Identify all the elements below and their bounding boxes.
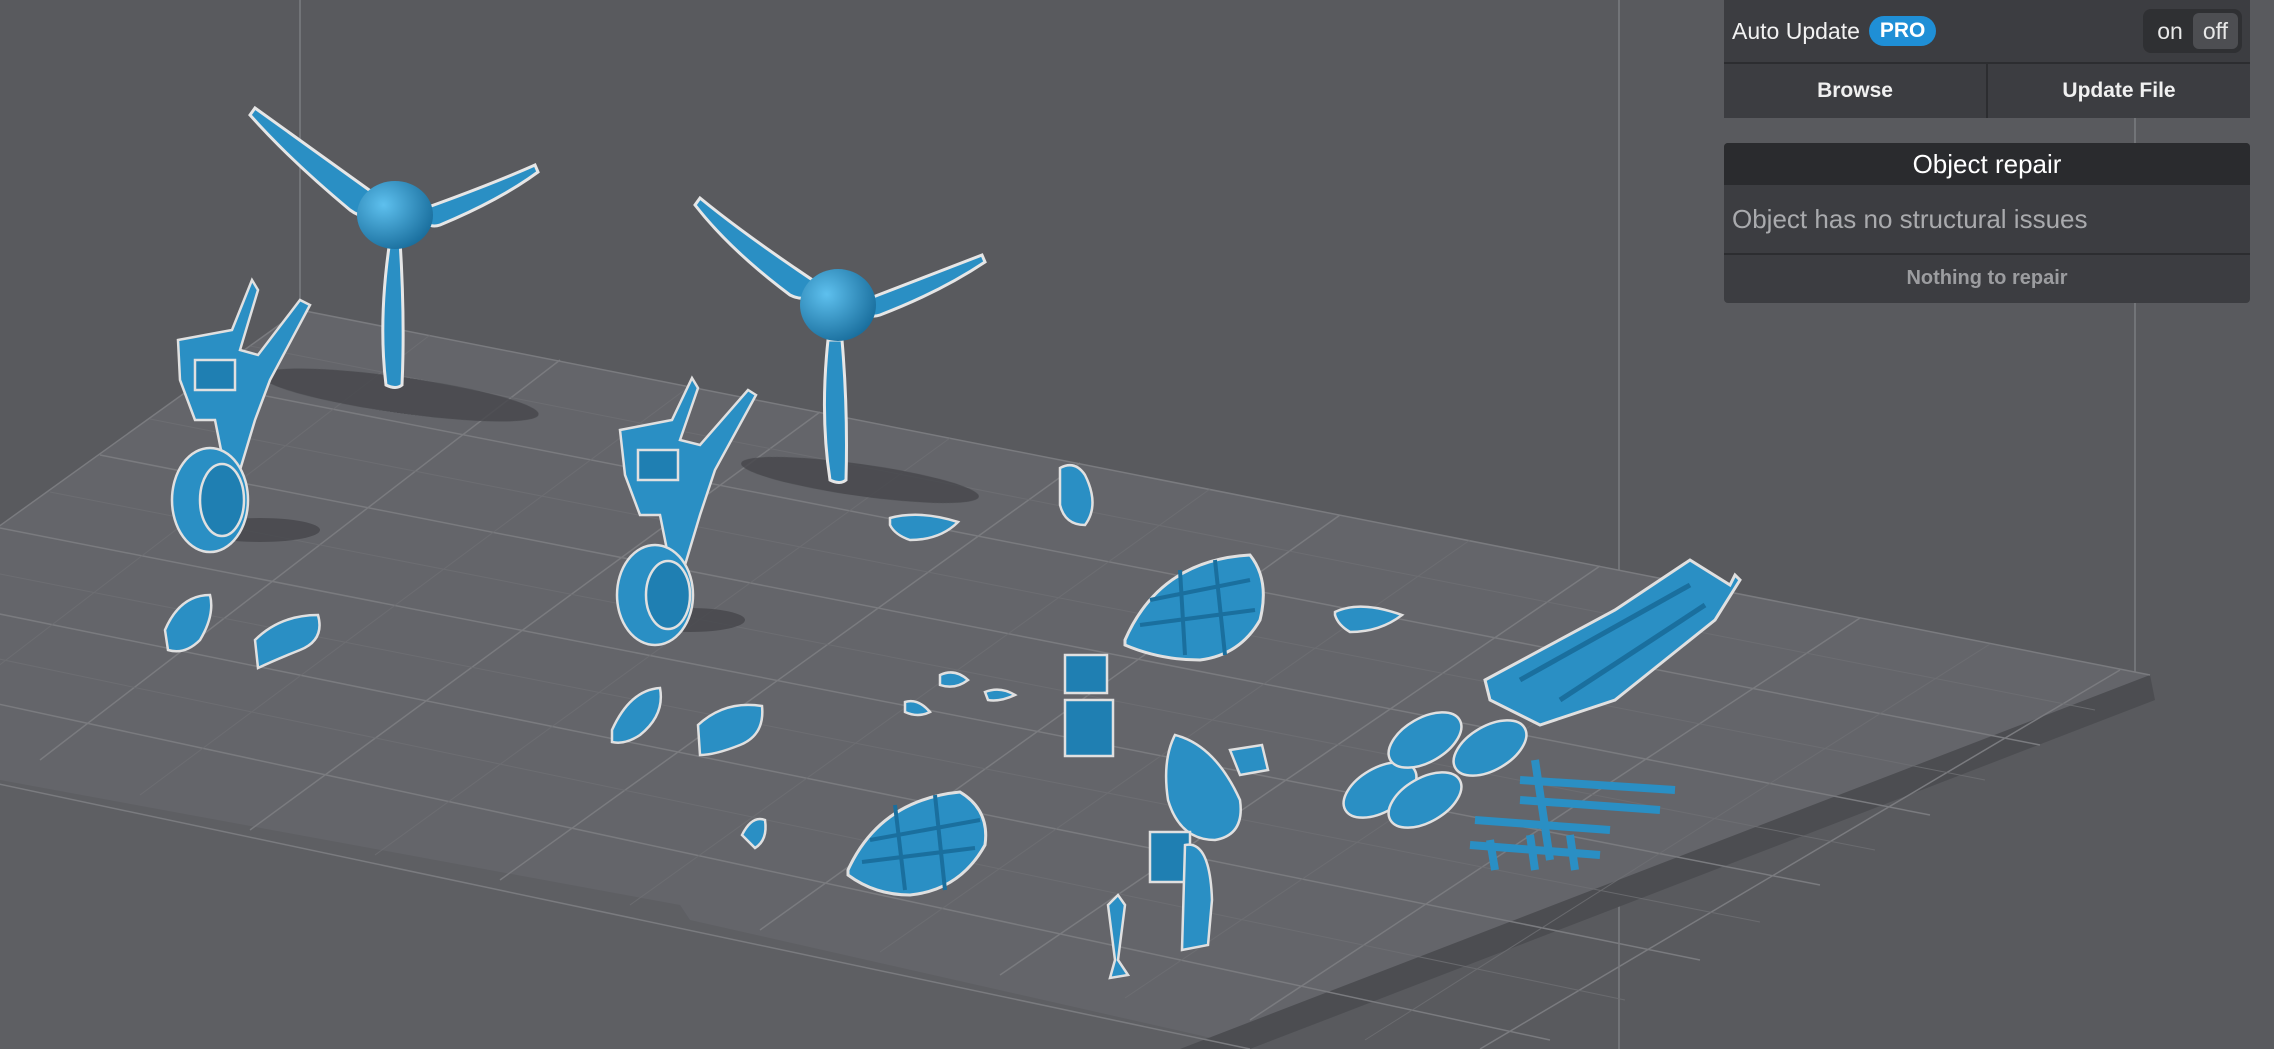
auto-update-bar: Auto Update PRO on off — [1724, 0, 2250, 64]
file-actions-bar: Browse Update File — [1724, 64, 2250, 118]
object-repair-title: Object repair — [1724, 143, 2250, 185]
nothing-to-repair-button: Nothing to repair — [1906, 266, 2068, 289]
pro-badge: PRO — [1868, 16, 1937, 46]
browse-button[interactable]: Browse — [1724, 64, 1986, 118]
auto-update-label: Auto Update — [1732, 17, 1860, 44]
object-repair-panel: Object repair Object has no structural i… — [1724, 143, 2250, 303]
object-repair-message: Object has no structural issues — [1724, 185, 2250, 255]
auto-update-toggle[interactable]: on off — [2143, 9, 2242, 53]
toggle-on-option[interactable]: on — [2147, 13, 2193, 49]
update-file-button[interactable]: Update File — [1988, 64, 2250, 118]
toggle-off-option[interactable]: off — [2192, 13, 2238, 49]
